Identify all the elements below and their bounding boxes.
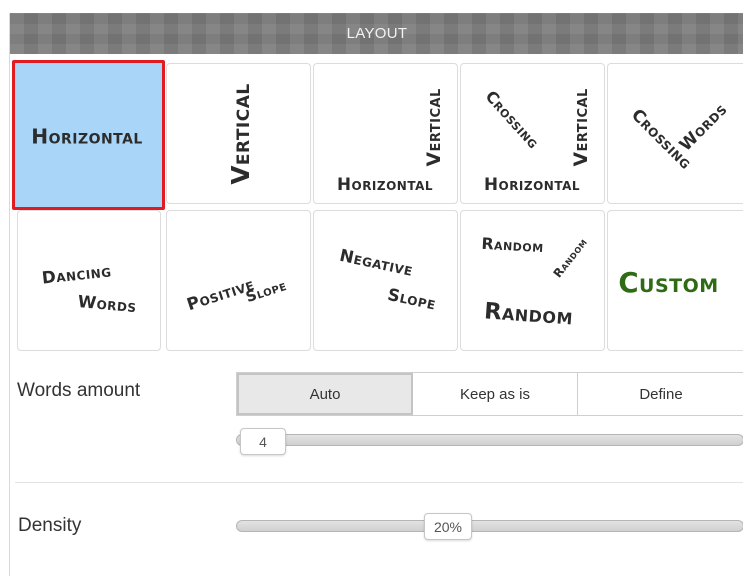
- density-slider-thumb[interactable]: 20%: [424, 513, 472, 540]
- tile-word: Negative: [338, 245, 415, 280]
- tile-word: Slope: [386, 284, 438, 314]
- negative-slope-preview: Negative Slope: [338, 245, 438, 314]
- tile-word: Random: [483, 298, 574, 330]
- tile-word: Vertical: [424, 88, 445, 166]
- layout-tile-dancing-words[interactable]: Dancing Words: [17, 210, 161, 351]
- tile-word: Custom: [618, 266, 718, 299]
- panel-header: LAYOUT: [10, 13, 743, 54]
- words-amount-slider-thumb[interactable]: 4: [240, 428, 286, 455]
- tile-word: Horizontal: [31, 125, 143, 149]
- tile-word: Vertical: [226, 83, 255, 184]
- section-divider: [15, 482, 743, 483]
- density-label: Density: [18, 515, 82, 536]
- layout-tile-custom[interactable]: Custom: [607, 210, 743, 351]
- positive-slope-preview: Positive Slope: [184, 274, 289, 315]
- custom-preview: Custom: [618, 266, 718, 299]
- words-amount-label: Words amount: [17, 380, 141, 401]
- tile-word: Horizontal: [484, 174, 580, 194]
- words-amount-segmented-control: Auto Keep as is Define: [236, 372, 743, 416]
- crossing-words-preview: Crossing Words: [628, 99, 731, 173]
- layout-panel: LAYOUT Horizontal Vertical Vertical Hori…: [9, 13, 743, 576]
- layout-tile-vertical-horizontal[interactable]: Vertical Horizontal: [313, 63, 458, 204]
- tile-word: Random: [550, 235, 590, 280]
- layout-tile-crossing-vertical-horizontal[interactable]: Crossing Vertical Horizontal: [460, 63, 605, 204]
- layout-tile-vertical[interactable]: Vertical: [166, 63, 311, 204]
- dancing-words-preview: Dancing Words: [41, 260, 138, 316]
- random-preview: Random Random Random: [481, 234, 590, 331]
- tile-word: Dancing: [41, 260, 113, 287]
- layout-tile-negative-slope[interactable]: Negative Slope: [313, 210, 458, 351]
- words-amount-keep-button[interactable]: Keep as is: [413, 373, 578, 415]
- layout-tile-positive-slope[interactable]: Positive Slope: [166, 210, 311, 351]
- horizontal-preview: Horizontal: [31, 125, 143, 149]
- crossing-vertical-horizontal-preview: Crossing Vertical Horizontal: [482, 87, 593, 194]
- vertical-preview: Vertical: [226, 83, 255, 184]
- vertical-horizontal-preview: Vertical Horizontal: [337, 88, 445, 194]
- density-slider-track[interactable]: [236, 520, 743, 532]
- words-amount-define-button[interactable]: Define: [578, 373, 743, 415]
- words-amount-auto-button[interactable]: Auto: [237, 373, 413, 415]
- tile-word: Words: [77, 291, 138, 316]
- tile-word: Random: [481, 234, 544, 256]
- tile-word: Crossing: [482, 87, 544, 152]
- tile-word: Words: [675, 99, 731, 155]
- words-amount-slider-track[interactable]: [236, 434, 743, 446]
- tile-word: Vertical: [571, 88, 592, 166]
- layout-tile-random[interactable]: Random Random Random: [460, 210, 605, 351]
- layout-tile-crossing-words[interactable]: Crossing Words: [607, 63, 743, 204]
- tile-word: Horizontal: [337, 174, 433, 194]
- layout-tile-horizontal[interactable]: Horizontal: [12, 60, 165, 210]
